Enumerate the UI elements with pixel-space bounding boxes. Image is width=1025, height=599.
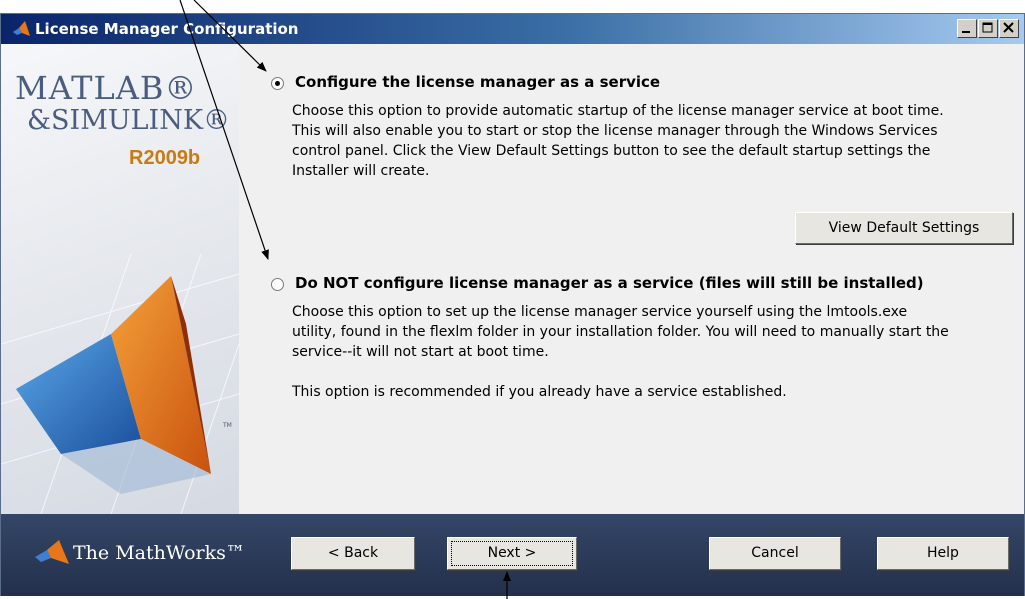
svg-text:TM: TM [222,422,232,429]
mathworks-brand-text: The MathWorks™ [73,542,245,564]
option-no-service-radio[interactable] [271,278,284,291]
mathworks-logo-icon [35,540,69,564]
dialog-footer: The MathWorks™ < Back Next > Cancel Help [1,514,1024,596]
radio-selected-dot [275,81,280,86]
matlab-membrane-icon [13,21,30,36]
option-service-desc-line-2: This will also enable you to start or st… [292,123,938,139]
view-default-settings-button[interactable]: View Default Settings [795,212,1013,244]
option-no-service-desc-line-2: utility, found in the flexlm folder in y… [292,324,949,340]
title-bar[interactable]: License Manager Configuration [1,14,1024,44]
option-no-service-title[interactable]: Do NOT configure license manager as a se… [295,274,924,292]
option-service-title[interactable]: Configure the license manager as a servi… [295,73,660,91]
branding-sidebar: MATLAB® &SIMULINK® R2009b TM [1,44,239,514]
help-button[interactable]: Help [877,537,1009,570]
focus-indicator [451,541,573,566]
next-button[interactable]: Next > [447,537,577,570]
option-service-radio[interactable] [271,77,284,90]
minimize-button[interactable] [957,19,977,38]
option-service-desc-line-4: Installer will create. [292,163,430,179]
matlab-membrane-graphic: TM [1,253,239,514]
maximize-icon [982,22,993,33]
license-manager-dialog: License Manager Configuration MATLAB® &S… [0,13,1025,596]
option-service-desc-line-1: Choose this option to provide automatic … [292,103,944,119]
close-icon [1003,22,1014,33]
option-no-service-desc-line-1: Choose this option to set up the license… [292,304,908,320]
option-no-service-note: This option is recommended if you alread… [292,384,787,400]
cancel-button[interactable]: Cancel [709,537,841,570]
minimize-icon [962,31,970,33]
close-button[interactable] [999,19,1019,38]
back-button[interactable]: < Back [291,537,415,570]
option-no-service-desc-line-3: service--it will not start at boot time. [292,344,549,360]
options-panel: Configure the license manager as a servi… [239,44,1024,514]
window-title: License Manager Configuration [35,20,299,38]
option-service-desc-line-3: control panel. Click the View Default Se… [292,143,931,159]
maximize-button[interactable] [978,19,998,38]
